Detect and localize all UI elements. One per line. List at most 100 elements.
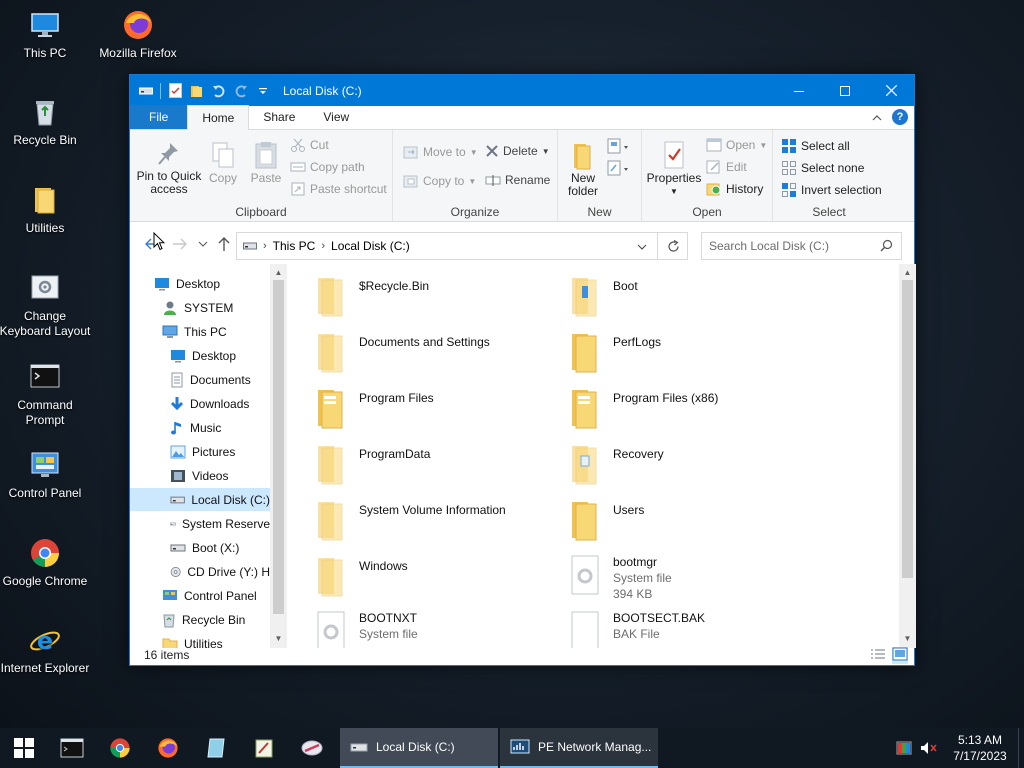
- folder-item[interactable]: Users: [567, 496, 817, 546]
- nav-item-system[interactable]: SYSTEM: [130, 296, 270, 319]
- copy-to-button[interactable]: Copy to ▼: [403, 173, 476, 189]
- move-to-button[interactable]: Move to ▼: [403, 144, 478, 160]
- rename-button[interactable]: Rename: [485, 173, 550, 187]
- properties-button[interactable]: Properties ▼: [646, 140, 702, 198]
- minimize-button[interactable]: [776, 75, 822, 106]
- volume-muted-icon[interactable]: [916, 741, 942, 755]
- tab-home[interactable]: Home: [187, 105, 250, 130]
- scroll-down-arrow[interactable]: ▼: [270, 630, 287, 646]
- copy-button[interactable]: Copy: [204, 140, 242, 185]
- copy-path-button[interactable]: Copy path: [290, 160, 365, 174]
- desktop-icon-this-pc[interactable]: This PC: [0, 8, 93, 61]
- search-icon[interactable]: [880, 239, 893, 255]
- folder-item[interactable]: Program Files: [313, 384, 563, 434]
- file-item[interactable]: bootmgr System file 394 KB: [567, 552, 817, 602]
- open-button[interactable]: Open ▼: [706, 138, 767, 152]
- desktop-icon-command-prompt[interactable]: Command Prompt: [0, 360, 93, 428]
- search-input[interactable]: Search Local Disk (C:): [701, 232, 902, 260]
- redo-icon[interactable]: [233, 83, 249, 99]
- scroll-down-arrow[interactable]: ▼: [899, 630, 916, 646]
- scroll-up-arrow[interactable]: ▲: [899, 264, 916, 280]
- collapse-ribbon-icon[interactable]: [872, 110, 882, 124]
- desktop-icon-internet-explorer[interactable]: e Internet Explorer: [0, 623, 93, 676]
- select-none-button[interactable]: Select none: [781, 160, 864, 176]
- easy-access-button[interactable]: [606, 160, 630, 176]
- folder-item[interactable]: Documents and Settings: [313, 328, 563, 378]
- scrollbar-thumb[interactable]: [273, 280, 284, 614]
- nav-item-documents[interactable]: Documents: [130, 368, 270, 391]
- undo-icon[interactable]: [211, 83, 227, 99]
- nav-item-desktop[interactable]: Desktop: [130, 272, 270, 295]
- recent-locations-button[interactable]: [193, 234, 213, 254]
- tab-file[interactable]: File: [130, 105, 188, 129]
- taskbar-window-local-disk[interactable]: Local Disk (C:): [340, 728, 498, 768]
- nav-item-control-panel[interactable]: Control Panel: [130, 584, 270, 607]
- folder-item[interactable]: ProgramData: [313, 440, 563, 490]
- taskbar-window-network-manager[interactable]: PE Network Manag...: [500, 728, 658, 768]
- breadcrumb-separator[interactable]: ›: [321, 240, 325, 252]
- breadcrumb-local-disk[interactable]: Local Disk (C:): [331, 239, 410, 253]
- breadcrumb-this-pc[interactable]: This PC: [273, 239, 316, 253]
- desktop-icon-utilities[interactable]: Utilities: [0, 183, 93, 236]
- maximize-button[interactable]: [822, 75, 868, 106]
- nav-item-desktop-2[interactable]: Desktop: [130, 344, 270, 367]
- taskbar-chrome[interactable]: [96, 728, 144, 768]
- file-scrollbar[interactable]: ▲ ▼: [899, 264, 916, 648]
- show-desktop-button[interactable]: [1018, 728, 1024, 768]
- tab-view[interactable]: View: [309, 105, 363, 129]
- folder-item[interactable]: Recovery: [567, 440, 817, 490]
- taskbar-command-prompt[interactable]: [48, 728, 96, 768]
- address-dropdown-icon[interactable]: [637, 240, 647, 254]
- file-item[interactable]: BOOTSECT.BAK BAK File: [567, 608, 817, 648]
- folder-item[interactable]: Boot: [567, 272, 817, 322]
- nav-item-recycle-bin[interactable]: Recycle Bin: [130, 608, 270, 631]
- nav-item-local-disk[interactable]: Local Disk (C:): [130, 488, 270, 511]
- start-button[interactable]: [0, 728, 48, 768]
- forward-button[interactable]: [170, 234, 190, 254]
- taskbar-app-disk[interactable]: [288, 728, 336, 768]
- new-folder-button[interactable]: New folder: [564, 140, 602, 198]
- desktop-icon-chrome[interactable]: Google Chrome: [0, 536, 93, 589]
- taskbar-app-notes[interactable]: [240, 728, 288, 768]
- nav-item-this-pc[interactable]: This PC: [130, 320, 270, 343]
- paste-button[interactable]: Paste: [246, 140, 286, 185]
- desktop-icon-firefox[interactable]: Mozilla Firefox: [90, 8, 186, 61]
- file-item[interactable]: BOOTNXT System file: [313, 608, 563, 648]
- nav-item-music[interactable]: Music: [130, 416, 270, 439]
- edit-button[interactable]: Edit: [706, 160, 747, 174]
- color-picker-tray-icon[interactable]: [892, 741, 916, 755]
- paste-shortcut-button[interactable]: Paste shortcut: [290, 182, 387, 196]
- delete-button[interactable]: Delete ▼: [485, 144, 550, 158]
- nav-item-videos[interactable]: Videos: [130, 464, 270, 487]
- scrollbar-thumb[interactable]: [902, 280, 913, 578]
- taskbar-app-utility[interactable]: [192, 728, 240, 768]
- nav-item-boot-drive[interactable]: Boot (X:): [130, 536, 270, 559]
- cut-button[interactable]: Cut: [290, 138, 329, 152]
- properties-qat-icon[interactable]: [167, 83, 183, 99]
- breadcrumb-separator[interactable]: ›: [263, 240, 267, 252]
- large-icons-view-icon[interactable]: [892, 647, 908, 664]
- close-button[interactable]: [868, 75, 914, 106]
- history-button[interactable]: History: [706, 182, 763, 196]
- select-all-button[interactable]: Select all: [781, 138, 850, 154]
- help-icon[interactable]: ?: [892, 109, 908, 125]
- nav-item-system-reserved[interactable]: System Reserve: [130, 512, 270, 535]
- tab-share[interactable]: Share: [249, 105, 309, 129]
- scroll-up-arrow[interactable]: ▲: [270, 264, 287, 280]
- new-folder-qat-icon[interactable]: [189, 83, 205, 99]
- folder-item[interactable]: Program Files (x86): [567, 384, 817, 434]
- details-view-icon[interactable]: [870, 647, 886, 664]
- new-item-button[interactable]: [606, 138, 630, 154]
- nav-item-pictures[interactable]: Pictures: [130, 440, 270, 463]
- desktop-icon-recycle-bin[interactable]: Recycle Bin: [0, 95, 93, 148]
- title-bar[interactable]: Local Disk (C:): [130, 75, 914, 106]
- invert-selection-button[interactable]: Invert selection: [781, 182, 882, 198]
- address-bar[interactable]: › This PC › Local Disk (C:): [236, 232, 688, 260]
- nav-item-cd-drive[interactable]: CD Drive (Y:) H: [130, 560, 270, 583]
- pin-quick-access-button[interactable]: Pin to Quick access: [136, 140, 202, 196]
- nav-scrollbar[interactable]: ▲ ▼: [270, 264, 287, 648]
- customize-qat-dropdown[interactable]: [255, 83, 271, 99]
- desktop-icon-control-panel[interactable]: Control Panel: [0, 448, 93, 501]
- up-button[interactable]: [214, 234, 234, 254]
- refresh-button[interactable]: [657, 232, 688, 260]
